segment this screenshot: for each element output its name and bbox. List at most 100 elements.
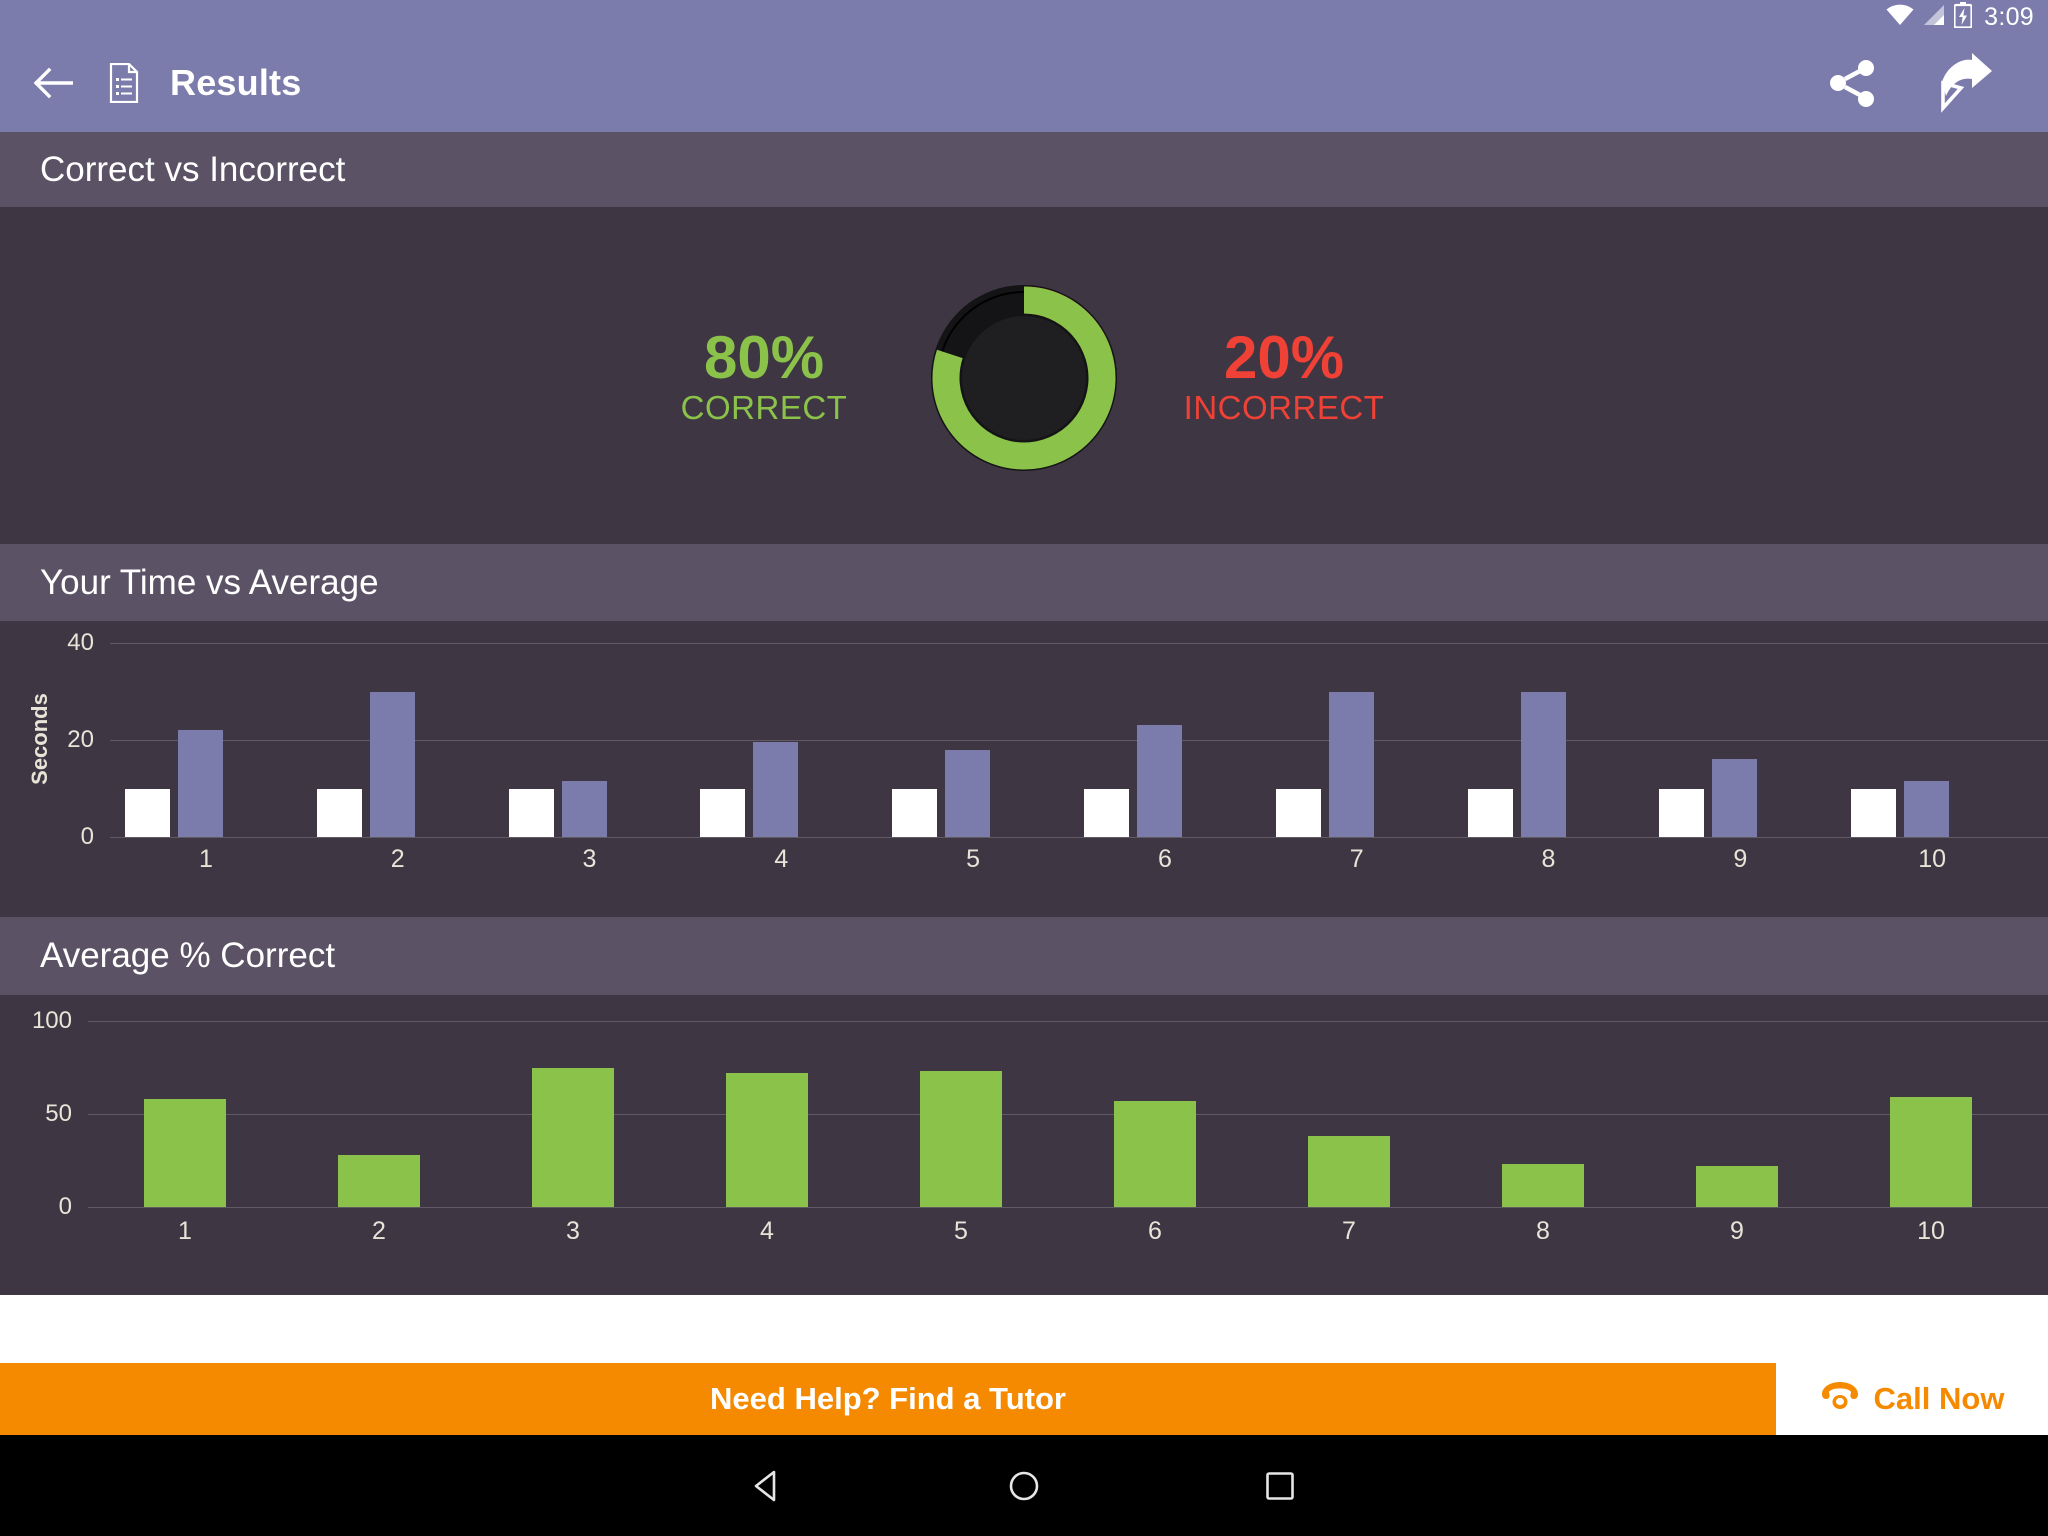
square-recents-icon: [1266, 1471, 1294, 1500]
x-axis-tick-label: 1: [198, 845, 213, 873]
chart-bar: [338, 1154, 420, 1207]
chart-bar: [700, 788, 746, 837]
status-bar: 3:09: [0, 0, 2048, 34]
chart-bar: [1712, 759, 1758, 837]
circle-home-icon: [1009, 1471, 1039, 1500]
content-bottom-spacer: [0, 1295, 2048, 1363]
chart-bar: [316, 788, 362, 837]
section-title-text: Your Time vs Average: [40, 562, 379, 602]
correct-stat: 80% CORRECT: [644, 327, 884, 428]
incorrect-percent-value: 20%: [1223, 324, 1345, 392]
chart-gridline: [88, 1207, 2048, 1208]
chart-bar: [1467, 788, 1513, 837]
chart-bar: [144, 1099, 226, 1207]
x-axis-tick-label: 7: [1349, 845, 1364, 873]
y-axis-tick-label: 40: [67, 629, 94, 656]
phone-icon: [1820, 1378, 1860, 1420]
wifi-icon: [1886, 4, 1914, 31]
cellular-signal-icon: [1922, 4, 1946, 31]
chart-bar: [1114, 1100, 1196, 1207]
correct-percent-label: CORRECT: [680, 389, 848, 427]
x-axis-tick-label: 10: [1918, 845, 1946, 873]
share-button[interactable]: [1822, 52, 1884, 114]
section-header-your-time-vs-average: Your Time vs Average: [0, 544, 2048, 621]
x-axis-tick-label: 10: [1917, 1217, 1945, 1245]
chart-bar: [1502, 1164, 1584, 1207]
x-axis-tick-label: 5: [966, 845, 981, 873]
chart-gridline: [110, 643, 2048, 644]
app-bar: Results: [0, 34, 2048, 132]
y-axis-tick-label: 0: [80, 823, 94, 850]
average-percent-correct-chart: 0 50 100 1 2 3 4 5 6 7 8 9 10: [0, 995, 2048, 1295]
find-tutor-label: Need Help? Find a Tutor: [710, 1381, 1066, 1416]
chart-bar: [124, 788, 170, 837]
chart-bar: [1851, 788, 1897, 837]
x-axis-tick-label: 2: [390, 845, 405, 873]
chart-bar: [508, 788, 554, 837]
your-time-vs-average-chart: 0 20 40 Seconds 1 2 3 4 5 6 7 8 9 10: [0, 621, 2048, 917]
chart-bar: [1904, 781, 1950, 837]
x-axis-tick-label: 4: [760, 1217, 774, 1245]
x-axis-tick-label: 3: [582, 845, 597, 873]
find-tutor-button[interactable]: Need Help? Find a Tutor: [0, 1363, 1776, 1435]
page-title: Results: [170, 62, 302, 103]
nav-home-button[interactable]: [996, 1458, 1052, 1514]
status-time: 3:09: [1984, 2, 2034, 31]
chart-bar: [945, 749, 991, 837]
y-axis-tick-label: 50: [45, 1100, 72, 1127]
y-axis-tick-label: 0: [58, 1193, 72, 1220]
next-button[interactable]: [1934, 52, 1996, 114]
app-screen: 3:09 Results Correct vs Incorrect 80% CO…: [0, 0, 2048, 1536]
chart-plot-area: 0 50 100 1 2 3 4 5 6 7 8 9 10: [0, 995, 2048, 1295]
y-axis-title: Seconds: [27, 693, 52, 785]
chart-bar: [1696, 1166, 1778, 1207]
y-axis-tick-label: 100: [31, 1007, 72, 1034]
chart-bar: [369, 691, 415, 837]
back-button[interactable]: [28, 57, 80, 109]
chart-bar: [892, 788, 938, 837]
chart-bar: [561, 781, 607, 837]
forward-arrow-icon: [1941, 53, 1992, 113]
chart-bar: [1275, 788, 1321, 837]
chart-bar: [920, 1071, 1002, 1207]
chart-bar: [1083, 788, 1129, 837]
chart-gridline: [110, 837, 2048, 838]
nav-recents-button[interactable]: [1252, 1458, 1308, 1514]
chart-bar: [753, 742, 799, 837]
chart-gridline: [88, 1114, 2048, 1115]
chart-bar: [1136, 725, 1182, 837]
x-axis-tick-label: 4: [774, 845, 789, 873]
share-icon: [1830, 60, 1874, 107]
section-title-text: Correct vs Incorrect: [40, 149, 346, 189]
x-axis-tick-label: 9: [1730, 1217, 1744, 1245]
tutor-ad-banner: Need Help? Find a Tutor Call Now: [0, 1363, 2048, 1435]
incorrect-percent-label: INCORRECT: [1183, 389, 1385, 427]
correct-percent-value: 80%: [703, 324, 825, 392]
x-axis-tick-label: 8: [1536, 1217, 1550, 1245]
x-axis-tick-label: 3: [566, 1217, 580, 1245]
call-now-button[interactable]: Call Now: [1776, 1363, 2048, 1435]
nav-back-button[interactable]: [740, 1458, 796, 1514]
section-title-text: Average % Correct: [40, 936, 336, 975]
chart-bar: [1520, 691, 1566, 837]
x-axis-tick-label: 8: [1541, 845, 1556, 873]
y-axis-tick-label: 20: [67, 726, 94, 753]
chart-bar: [1328, 691, 1374, 837]
call-now-label: Call Now: [1873, 1381, 2005, 1416]
chart-bar: [177, 730, 223, 837]
correct-vs-incorrect-panel: 80% CORRECT 20% INCORRECT: [0, 207, 2048, 544]
chart-bar: [1890, 1097, 1972, 1207]
x-axis-tick-label: 1: [178, 1217, 192, 1245]
chart-gridline: [88, 1021, 2048, 1022]
x-axis-tick-label: 7: [1342, 1217, 1356, 1245]
chart-bar: [532, 1067, 614, 1207]
chart-plot-area: 0 20 40 Seconds 1 2 3 4 5 6 7 8 9 10: [0, 621, 2048, 917]
chart-bar: [1659, 788, 1705, 837]
chart-bar: [1308, 1136, 1390, 1207]
chart-bar: [726, 1073, 808, 1207]
section-header-correct-vs-incorrect: Correct vs Incorrect: [0, 132, 2048, 207]
android-navigation-bar: [0, 1435, 2048, 1536]
x-axis-tick-label: 2: [372, 1217, 386, 1245]
battery-charging-icon: [1953, 1, 1973, 33]
x-axis-tick-label: 5: [954, 1217, 968, 1245]
